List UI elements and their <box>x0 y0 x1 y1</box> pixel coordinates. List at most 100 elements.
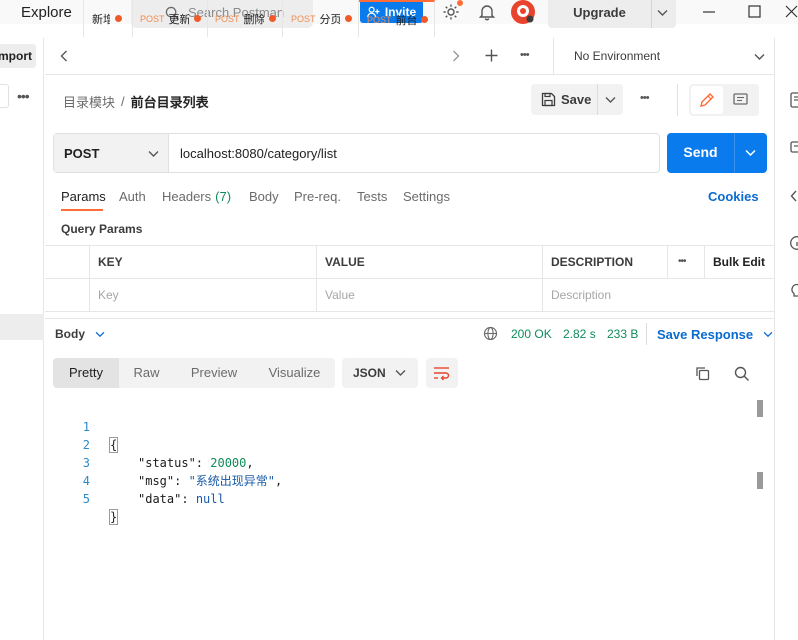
request-tab[interactable]: POST 更新 <box>133 0 208 37</box>
edit-mode-button[interactable] <box>691 86 723 114</box>
save-button[interactable]: Save <box>561 92 591 107</box>
url-input[interactable]: localhost:8080/category/list <box>180 146 337 161</box>
view-tab-raw[interactable]: Raw <box>119 358 174 388</box>
response-body-code[interactable]: 1 { 2 "status": 20000, 3 "msg": "系统出现异常"… <box>60 400 282 525</box>
right-sidebar <box>774 38 798 640</box>
value-input[interactable]: Value <box>316 279 542 312</box>
page-title[interactable]: 前台目录列表 <box>131 92 209 111</box>
chevron-down-icon <box>763 331 773 338</box>
chevron-down-icon[interactable] <box>657 9 668 17</box>
tab-prerequest[interactable]: Pre-req. <box>294 189 341 204</box>
lightbulb-icon[interactable] <box>789 283 798 299</box>
import-button[interactable]: mport <box>0 44 36 68</box>
minimize-icon[interactable] <box>702 5 716 19</box>
wrap-lines-button[interactable] <box>426 358 458 388</box>
avatar[interactable] <box>511 0 535 24</box>
globe-icon[interactable] <box>483 326 498 341</box>
documentation-icon[interactable] <box>790 92 798 108</box>
table-row: Key Value Description <box>45 279 774 312</box>
json-null: null <box>195 492 225 506</box>
code-line: 1 { <box>60 400 119 453</box>
method-selector[interactable]: POST <box>54 134 169 172</box>
environment-selector[interactable]: No Environment <box>553 38 774 75</box>
tabs-more-icon[interactable]: ••• <box>520 49 530 61</box>
request-tab[interactable]: POST 分页 <box>283 0 359 37</box>
method-label: POST <box>64 146 100 161</box>
chevron-down-icon[interactable] <box>605 96 616 104</box>
response-divider <box>45 318 774 319</box>
response-body-label: Body <box>55 327 85 341</box>
tab-method: POST <box>215 13 240 24</box>
save-response-button[interactable]: Save Response <box>657 327 773 342</box>
settings-icon[interactable] <box>442 3 460 21</box>
bulk-edit-button[interactable]: Bulk Edit <box>704 246 774 279</box>
close-icon[interactable] <box>785 5 798 18</box>
upgrade-control[interactable]: Upgrade <box>548 0 676 28</box>
comments-icon[interactable] <box>790 140 798 156</box>
breadcrumb-parent[interactable]: 目录模块 <box>63 92 115 111</box>
request-tab-active[interactable]: POST 前台 <box>359 0 435 37</box>
request-tab[interactable]: POST 删除 <box>208 0 283 37</box>
code-line: 2 "status": 20000, <box>60 418 254 470</box>
tab-headers[interactable]: Headers (7) <box>162 189 231 204</box>
explore-link[interactable]: Explore <box>21 4 72 21</box>
code-scrollbar-bottom[interactable] <box>757 472 763 489</box>
description-input[interactable]: Description <box>542 279 774 312</box>
maximize-icon[interactable] <box>748 5 761 18</box>
comment-mode-icon[interactable] <box>733 93 748 107</box>
send-button[interactable]: Send <box>667 144 734 160</box>
tab-settings[interactable]: Settings <box>403 189 450 204</box>
chevron-left-icon[interactable] <box>60 50 68 62</box>
wrap-lines-icon <box>433 365 451 381</box>
tab-auth[interactable]: Auth <box>119 189 146 204</box>
json-open-brace: { <box>108 437 119 453</box>
response-size[interactable]: 233 B <box>607 327 638 341</box>
search-icon[interactable] <box>734 366 750 382</box>
tab-body[interactable]: Body <box>249 189 279 204</box>
code-text: "data": null <box>138 492 225 506</box>
response-body-selector[interactable]: Body <box>55 327 105 341</box>
save-response-label: Save Response <box>657 327 754 342</box>
tab-method: POST <box>291 13 316 24</box>
chevron-down-icon[interactable] <box>745 149 756 157</box>
code-text: { <box>108 436 119 454</box>
cookies-link[interactable]: Cookies <box>708 189 759 204</box>
info-icon[interactable] <box>789 235 798 251</box>
sidebar-more-icon[interactable]: ••• <box>17 88 30 104</box>
column-header-description: DESCRIPTION <box>542 246 667 279</box>
format-selector[interactable]: JSON <box>342 358 418 388</box>
tab-label: 删除 <box>243 13 264 26</box>
settings-notification-dot <box>457 0 463 6</box>
upgrade-divider <box>651 0 652 28</box>
plus-icon[interactable] <box>485 49 498 62</box>
code-line: 5 } <box>60 472 119 525</box>
toolbar-divider <box>677 84 678 116</box>
send-divider <box>734 133 735 173</box>
status-code[interactable]: 200 OK <box>511 327 552 341</box>
send-control[interactable]: Send <box>667 133 767 173</box>
copy-icon[interactable] <box>695 366 710 381</box>
bell-icon[interactable] <box>479 3 495 21</box>
json-key: "msg" <box>138 474 175 488</box>
view-tab-visualize[interactable]: Visualize <box>254 358 335 388</box>
tab-params[interactable]: Params <box>61 189 106 204</box>
columns-more-icon[interactable]: ••• <box>667 246 704 279</box>
code-icon[interactable] <box>790 189 798 203</box>
save-control[interactable]: Save <box>531 84 623 115</box>
request-tab[interactable]: 新增 <box>83 0 133 37</box>
code-scrollbar-top[interactable] <box>757 400 763 417</box>
query-params-title: Query Params <box>61 222 143 236</box>
chevron-right-icon[interactable] <box>452 50 460 62</box>
sidebar-selected-item[interactable] <box>0 314 44 340</box>
request-more-icon[interactable]: ••• <box>640 92 650 104</box>
key-input[interactable]: Key <box>89 279 316 312</box>
sidebar-filter-field[interactable] <box>0 84 9 108</box>
query-params-table: KEY VALUE DESCRIPTION ••• Bulk Edit Key … <box>45 245 774 312</box>
upgrade-button[interactable]: Upgrade <box>548 5 651 20</box>
response-time[interactable]: 2.82 s <box>563 327 596 341</box>
view-tab-preview[interactable]: Preview <box>174 358 254 388</box>
code-text: "status": 20000, <box>138 456 254 470</box>
tab-tests[interactable]: Tests <box>357 189 387 204</box>
view-mode-toggle <box>689 84 759 116</box>
view-tab-pretty[interactable]: Pretty <box>53 358 119 388</box>
